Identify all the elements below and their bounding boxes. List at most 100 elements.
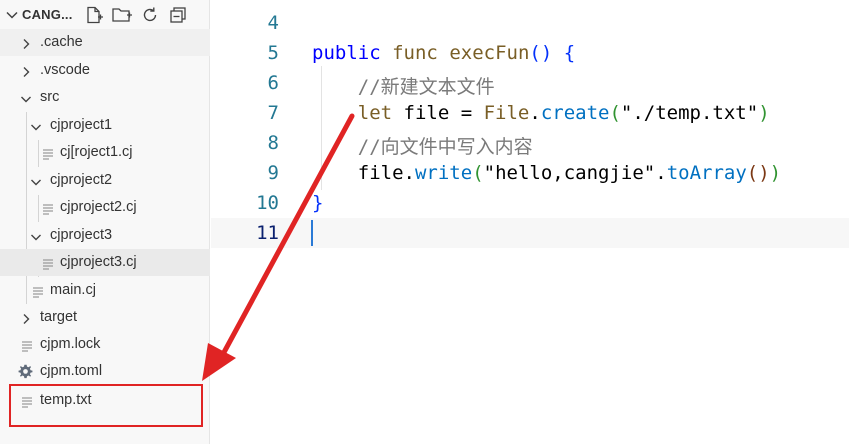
code-token: file = bbox=[392, 102, 484, 124]
tree-item-main-cj[interactable]: main.cj bbox=[0, 277, 210, 304]
code-line[interactable]: 8 //向文件中写入内容 bbox=[211, 128, 849, 158]
code-text: public func execFun() { bbox=[312, 42, 575, 64]
code-token: "./temp.txt" bbox=[620, 102, 759, 124]
tree-item-label: cjproject3.cj bbox=[60, 254, 137, 270]
code-line[interactable]: 7 let file = File.create("./temp.txt") bbox=[211, 98, 849, 128]
explorer-title: CANG... bbox=[22, 7, 73, 22]
tree-item-cjproject3[interactable]: cjproject3 bbox=[0, 222, 210, 249]
chevron-right-icon bbox=[20, 65, 32, 83]
code-line[interactable]: 5 public func execFun() { bbox=[211, 38, 849, 68]
tree-item-label: cjproject1 bbox=[50, 117, 113, 133]
file-lines-icon bbox=[32, 285, 44, 303]
line-number: 8 bbox=[267, 132, 279, 154]
line-number: 7 bbox=[267, 102, 279, 124]
line-number: 5 bbox=[267, 42, 279, 64]
collapse-all-icon[interactable] bbox=[168, 5, 188, 25]
line-number: 11 bbox=[256, 222, 279, 244]
code-line[interactable]: 6 //新建文本文件 bbox=[211, 68, 849, 98]
tree-item-label: cjpm.lock bbox=[40, 336, 101, 352]
line-number: 4 bbox=[267, 12, 279, 34]
code-token: create bbox=[540, 102, 610, 124]
chevron-down-icon bbox=[30, 175, 42, 193]
file-lines-icon bbox=[42, 202, 54, 220]
tree-item-label: cjproject2 bbox=[50, 172, 113, 188]
code-text: //新建文本文件 bbox=[312, 72, 495, 99]
code-text: } bbox=[312, 192, 323, 214]
tree-item-cjproject3-cj[interactable]: cjproject3.cj bbox=[0, 249, 210, 276]
chevron-down-icon[interactable] bbox=[5, 8, 19, 27]
code-token: . bbox=[529, 102, 541, 124]
tree-item-cjproject2-cj[interactable]: cjproject2.cj bbox=[0, 194, 210, 221]
code-editor[interactable]: 4 5 public func execFun() {6 //新建文本文件 7 let… bbox=[211, 0, 849, 444]
line-number: 6 bbox=[267, 72, 279, 94]
refresh-icon[interactable] bbox=[140, 5, 160, 25]
code-text: file.write("hello,cangjie".toArray()) bbox=[312, 162, 781, 184]
chevron-down-icon bbox=[30, 230, 42, 248]
tree-item-cjproject1[interactable]: cjproject1 bbox=[0, 112, 210, 139]
code-token: execFun bbox=[449, 42, 530, 64]
code-token: . bbox=[403, 162, 415, 184]
code-line[interactable]: 11 bbox=[211, 218, 849, 248]
new-file-icon[interactable] bbox=[84, 5, 104, 25]
code-token: () bbox=[529, 42, 553, 64]
chevron-down-icon bbox=[30, 120, 42, 138]
explorer-header[interactable]: CANG... bbox=[0, 0, 210, 30]
file-lines-icon bbox=[21, 339, 33, 357]
code-token: "hello,cangjie" bbox=[483, 162, 656, 184]
tree-item-label: target bbox=[40, 309, 78, 325]
tree-item-label: .cache bbox=[40, 34, 83, 50]
tree-item-label: cjproject2.cj bbox=[60, 199, 137, 215]
code-token: . bbox=[655, 162, 667, 184]
explorer-sidebar: CANG... .cache .vscode src cjproject1 cj… bbox=[0, 0, 210, 444]
code-token: toArray bbox=[666, 162, 747, 184]
code-token: } bbox=[312, 192, 324, 214]
tree-item-label: cjproject3 bbox=[50, 227, 113, 243]
tree-item-cache[interactable]: .cache bbox=[0, 29, 210, 56]
file-lines-icon bbox=[42, 257, 54, 275]
line-number: 9 bbox=[267, 162, 279, 184]
code-text: let file = File.create("./temp.txt") bbox=[312, 102, 770, 124]
tree-item-label: cjpm.toml bbox=[40, 363, 103, 379]
code-token: write bbox=[414, 162, 473, 184]
code-token: { bbox=[563, 42, 576, 64]
code-token: File bbox=[483, 102, 530, 124]
tree-item-cjroject1-cj[interactable]: cj[roject1.cj bbox=[0, 139, 210, 166]
code-token: let bbox=[357, 102, 393, 124]
tree-item-cjpm-toml[interactable]: cjpm.toml bbox=[0, 358, 210, 385]
code-token: //向文件中写入内容 bbox=[357, 136, 533, 158]
new-folder-icon[interactable] bbox=[112, 5, 132, 25]
file-lines-icon bbox=[42, 147, 54, 165]
code-line[interactable]: 10} bbox=[211, 188, 849, 218]
code-line[interactable]: 9 file.write("hello,cangjie".toArray()) bbox=[211, 158, 849, 188]
code-token: func bbox=[392, 42, 438, 64]
tree-item-label: src bbox=[40, 89, 60, 105]
tree-item-cjpm-lock[interactable]: cjpm.lock bbox=[0, 331, 210, 358]
code-token: public bbox=[312, 42, 381, 64]
code-token: file bbox=[357, 162, 404, 184]
code-text: //向文件中写入内容 bbox=[312, 132, 533, 159]
code-token: ) bbox=[758, 102, 770, 124]
tree-item-cjproject2[interactable]: cjproject2 bbox=[0, 167, 210, 194]
code-token: ( bbox=[472, 162, 484, 184]
code-token: ) bbox=[769, 162, 782, 184]
code-token: ( bbox=[609, 102, 621, 124]
tree-item-label: main.cj bbox=[50, 282, 96, 298]
tree-item-target[interactable]: target bbox=[0, 304, 210, 331]
code-line[interactable]: 4 bbox=[211, 8, 849, 38]
tree-item-label: cj[roject1.cj bbox=[60, 144, 133, 160]
line-number: 10 bbox=[256, 192, 279, 214]
text-cursor bbox=[311, 220, 313, 246]
chevron-right-icon bbox=[20, 312, 32, 330]
tree-item-vscode[interactable]: .vscode bbox=[0, 57, 210, 84]
explorer-actions bbox=[84, 5, 188, 25]
code-token: //新建文本文件 bbox=[357, 76, 495, 98]
gear-icon bbox=[18, 364, 33, 384]
tree-item-src[interactable]: src bbox=[0, 84, 210, 111]
tree-item-label: .vscode bbox=[40, 62, 90, 78]
chevron-down-icon bbox=[20, 92, 32, 110]
